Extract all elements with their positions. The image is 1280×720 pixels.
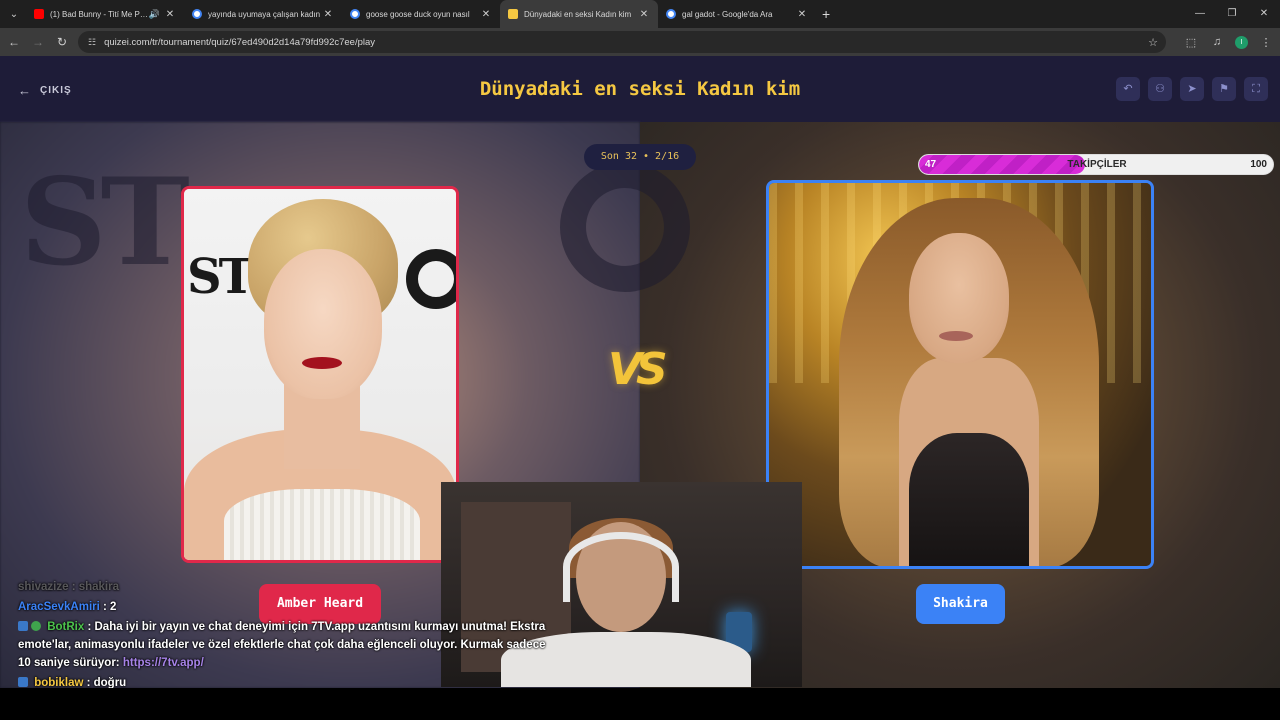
chat-username: BotRix	[47, 621, 85, 633]
chat-message: AracSevkAmiri : 2	[18, 598, 548, 616]
quizei-icon	[508, 9, 518, 19]
headphones-icon	[563, 532, 679, 602]
figure-lips	[939, 331, 973, 341]
choose-right-button[interactable]: Shakira	[916, 584, 1005, 624]
google-icon	[192, 9, 202, 19]
close-tab-icon[interactable]: ✕	[480, 9, 492, 20]
round-indicator: Son 32 • 2/16	[584, 144, 696, 170]
window-controls: — ❐ ✕	[1184, 0, 1280, 28]
screen-bottom-bar	[0, 688, 1280, 720]
close-tab-icon[interactable]: ✕	[164, 9, 176, 20]
tab-title: gal gadot - Google'da Ara	[682, 9, 773, 19]
user-badge-icon	[18, 677, 28, 687]
chat-username: AracSevkAmiri	[18, 601, 100, 613]
minimize-icon[interactable]: —	[1184, 0, 1216, 28]
reload-icon[interactable]: ↻	[50, 35, 74, 49]
google-icon	[350, 9, 360, 19]
background-logo-shape	[560, 162, 690, 292]
toolbar-actions: ⬚ ♫ I ⋮	[1183, 28, 1274, 56]
photo-backdrop-logo	[406, 249, 456, 309]
share-send-icon[interactable]: ➤	[1180, 77, 1204, 101]
close-window-icon[interactable]: ✕	[1248, 0, 1280, 28]
verified-badge-icon	[31, 621, 41, 631]
browser-tab[interactable]: gal gadot - Google'da Ara ✕	[658, 0, 816, 28]
back-icon[interactable]: ←	[2, 35, 26, 49]
tab-title: yayında uyumaya çalışan kadın	[208, 9, 321, 19]
link-icon[interactable]: ⚇	[1148, 77, 1172, 101]
undo-icon[interactable]: ↶	[1116, 77, 1140, 101]
versus-badge: VS	[608, 344, 668, 395]
browser-tab[interactable]: (1) Bad Bunny - Tití Me Preg 🔊 ✕	[26, 0, 184, 28]
quiz-header: ← ÇIKIŞ Dünyadaki en seksi Kadın kim ↶ ⚇…	[0, 56, 1280, 122]
quiz-tools: ↶ ⚇ ➤ ⚑ ⛶	[1116, 77, 1268, 101]
contestant-photo-right	[769, 183, 1151, 566]
speaker-icon[interactable]: 🔊	[149, 9, 160, 20]
menu-kebab-icon[interactable]: ⋮	[1258, 36, 1274, 49]
tab-title: (1) Bad Bunny - Tití Me Preg	[50, 9, 149, 19]
close-tab-icon[interactable]: ✕	[638, 9, 650, 20]
photo-backdrop-text: ST	[187, 249, 254, 305]
chat-message: BotRix : Daha iyi bir yayın ve chat dene…	[18, 618, 548, 672]
chat-text: : Daha iyi bir yayın ve chat deneyimi iç…	[18, 621, 546, 669]
forward-icon[interactable]: →	[26, 35, 50, 49]
restore-icon[interactable]: ❐	[1216, 0, 1248, 28]
figure-lips	[302, 357, 342, 369]
page-title: Dünyadaki en seksi Kadın kim	[479, 78, 801, 100]
stream-chat-overlay: shivazize : shakira AracSevkAmiri : 2 Bo…	[18, 578, 548, 692]
contestant-photo-left: ST	[184, 189, 456, 560]
bot-badge-icon	[18, 621, 28, 631]
tab-title: goose goose duck oyun nasıl	[366, 9, 470, 19]
followers-progress-bar: 47 TAKİPÇİLER 100	[918, 154, 1274, 175]
chat-text: : 2	[103, 601, 117, 613]
bookmark-star-icon[interactable]: ☆	[1148, 36, 1158, 49]
contestant-card-left[interactable]: ST	[181, 186, 459, 563]
url-text: quizei.com/tr/tournament/quiz/67ed490d2d…	[104, 36, 376, 48]
contestant-card-right[interactable]	[766, 180, 1154, 569]
browser-tab[interactable]: goose goose duck oyun nasıl ✕	[342, 0, 500, 28]
browser-tab-active[interactable]: Dünyadaki en seksi Kadın kim ✕	[500, 0, 658, 28]
profile-avatar[interactable]: I	[1235, 35, 1248, 49]
address-bar[interactable]: ☷ quizei.com/tr/tournament/quiz/67ed490d…	[78, 31, 1166, 53]
figure-face	[264, 249, 382, 399]
flag-icon[interactable]: ⚑	[1212, 77, 1236, 101]
close-tab-icon[interactable]: ✕	[322, 9, 334, 20]
fullscreen-icon[interactable]: ⛶	[1244, 77, 1268, 101]
background-sign-text: ST	[20, 152, 190, 293]
google-icon	[666, 9, 676, 19]
chat-message-faded: shivazize : shakira	[18, 581, 119, 593]
figure-dress	[224, 489, 420, 560]
tab-search-button[interactable]: ⌄	[2, 3, 26, 25]
close-tab-icon[interactable]: ✕	[796, 9, 808, 20]
youtube-icon	[34, 9, 44, 19]
browser-tab[interactable]: yayında uyumaya çalışan kadın ✕	[184, 0, 342, 28]
extensions-icon[interactable]: ⬚	[1183, 36, 1199, 49]
figure-face	[909, 233, 1009, 363]
tab-title: Dünyadaki en seksi Kadın kim	[524, 9, 632, 19]
chat-link[interactable]: https://7tv.app/	[123, 657, 204, 669]
followers-goal: 100	[1250, 159, 1267, 170]
media-control-icon[interactable]: ♫	[1209, 36, 1225, 48]
followers-label: TAKİPÇİLER	[1067, 159, 1127, 170]
new-tab-button[interactable]: +	[822, 6, 830, 22]
streamer	[501, 518, 751, 687]
tab-strip: ⌄ (1) Bad Bunny - Tití Me Preg 🔊 ✕ yayın…	[0, 0, 1280, 28]
figure-top	[909, 433, 1029, 566]
browser-toolbar: ← → ↻ ☷ quizei.com/tr/tournament/quiz/67…	[0, 28, 1280, 56]
site-info-icon[interactable]: ☷	[88, 37, 96, 48]
